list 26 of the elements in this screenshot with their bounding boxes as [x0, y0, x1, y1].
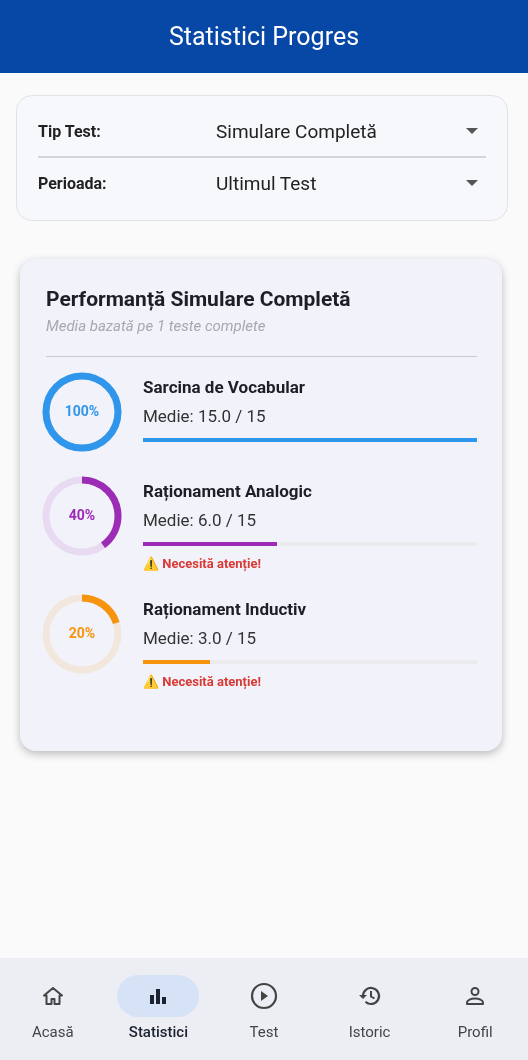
category-name: Sarcina de Vocabular [143, 377, 306, 397]
average-score: Medie: 6.0 / 15 [143, 510, 258, 530]
nav-item[interactable]: Acasă [4, 975, 101, 1041]
category-name: Raționament Inductiv [143, 599, 308, 619]
average-score: Medie: 3.0 / 15 [143, 628, 258, 648]
percent-label: 20% [67, 625, 97, 641]
card-subtitle: Media bazată pe 1 teste complete [46, 317, 267, 335]
play-icon [250, 982, 278, 1010]
nav-item[interactable]: Test [216, 975, 312, 1041]
percent-label: 100% [63, 403, 101, 419]
app-bar-title: Statistici Progres [168, 22, 360, 51]
caret-icon [466, 128, 478, 134]
warning-text: ⚠ Necesită atenție! [143, 674, 262, 689]
percent-label: 40% [67, 507, 97, 523]
category-name: Raționament Analogic [143, 481, 313, 501]
nav-item[interactable]: Istoric [321, 975, 418, 1041]
dropdown[interactable]: Ultimul Test [216, 171, 486, 195]
card-title: Performanță Simulare Completă [46, 287, 352, 311]
home-icon [40, 984, 65, 1008]
caret-icon [466, 180, 478, 186]
average-score: Medie: 15.0 / 15 [143, 406, 267, 426]
dropdown[interactable]: Simulare Completă [216, 119, 486, 143]
nav-item[interactable]: Profil [427, 975, 524, 1041]
warning-text: ⚠ Necesită atenție! [143, 556, 262, 571]
filter-label: Perioada: [38, 173, 108, 193]
filter-label: Tip Test: [38, 121, 102, 141]
